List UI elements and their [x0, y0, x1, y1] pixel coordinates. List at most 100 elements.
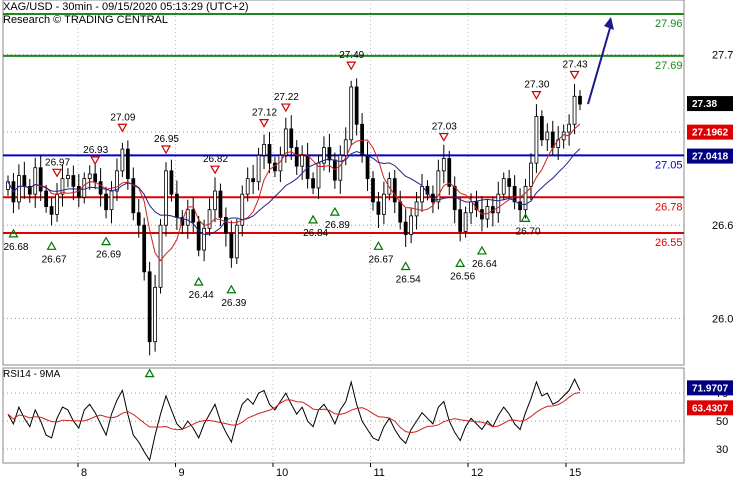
- rsi-title: RSI14 - 9MA: [3, 369, 61, 380]
- candle-body: [371, 178, 375, 203]
- swing-high-marker: [569, 70, 580, 80]
- swing-high-label: 27.22: [274, 92, 299, 103]
- swing-high-marker: [90, 156, 101, 166]
- swing-high-marker: [160, 145, 172, 155]
- candle-body: [104, 193, 108, 211]
- candle-body: [392, 178, 397, 203]
- candle-body: [33, 167, 38, 195]
- candle-body: [452, 185, 457, 211]
- candle-body: [185, 209, 190, 226]
- swing-low-label: 26.44: [189, 290, 214, 301]
- level-label-support: 26.55: [655, 237, 683, 249]
- candle-body: [463, 212, 468, 232]
- candle-body: [338, 154, 343, 181]
- forecast-arrow-line: [587, 27, 611, 105]
- price-badge-label: 27.0418: [692, 152, 729, 163]
- time-tick-label: 10: [276, 467, 288, 479]
- price-chart[interactable]: 27.727.226.626.0705030891011121527.9627.…: [0, 0, 735, 480]
- swing-high-label: 26.95: [154, 134, 179, 145]
- candle-body: [218, 190, 223, 218]
- candle-body: [158, 224, 163, 288]
- swing-low-marker: [329, 206, 340, 216]
- candle-body: [153, 286, 157, 343]
- swing-low-label: 26.54: [396, 274, 421, 285]
- candle-body: [289, 128, 294, 148]
- candle-body: [38, 167, 43, 192]
- candle-body: [262, 144, 266, 156]
- swing-high-label: 26.82: [203, 154, 228, 165]
- candle-body: [213, 190, 217, 211]
- level-label-support: 26.78: [655, 201, 683, 213]
- candle-body: [125, 148, 130, 180]
- time-tick-label: 15: [569, 467, 581, 479]
- swing-low-marker: [308, 214, 319, 224]
- candle-body: [572, 95, 577, 125]
- swing-high-label: 27.43: [563, 59, 588, 70]
- swing-high-marker: [531, 91, 542, 100]
- swing-high-marker: [117, 123, 128, 133]
- swing-low-label: 26.64: [472, 259, 497, 270]
- chart-subtitle: Research © TRADING CENTRAL: [3, 14, 168, 26]
- swing-high-label: 27.49: [339, 50, 364, 61]
- price-tick-label: 26.6: [712, 220, 733, 232]
- candle-body: [534, 116, 539, 164]
- time-tick-label: 12: [471, 467, 483, 479]
- candle-body: [44, 190, 49, 207]
- swing-high-label: 27.03: [432, 122, 457, 133]
- level-label-resistance: 27.69: [655, 60, 683, 72]
- swing-high-marker: [51, 168, 63, 178]
- swing-low-label: 26.89: [325, 220, 350, 231]
- candle-body: [256, 154, 261, 183]
- candle-body: [501, 178, 506, 195]
- candle-body: [523, 185, 528, 211]
- candle-body: [507, 178, 512, 187]
- candle-body: [382, 193, 386, 215]
- candle-body: [207, 209, 212, 229]
- candle-body: [365, 154, 370, 180]
- candle-body: [545, 131, 550, 141]
- swing-low-marker: [455, 258, 466, 267]
- rsi-badge-label: 63.4307: [692, 403, 729, 414]
- swing-low-marker: [193, 276, 204, 286]
- swing-low-marker: [476, 245, 487, 255]
- candle-body: [55, 193, 59, 215]
- swing-high-label: 27.12: [252, 108, 277, 119]
- candle-body: [22, 175, 27, 187]
- candle-body: [251, 178, 256, 183]
- candle-body: [283, 128, 288, 156]
- candle-body: [82, 178, 87, 198]
- candle-body: [49, 206, 54, 215]
- candle-body: [142, 224, 147, 273]
- candle-body: [115, 170, 119, 192]
- swing-low-label: 26.68: [3, 242, 28, 253]
- candle-body: [512, 185, 517, 203]
- swing-high-marker: [438, 132, 449, 142]
- candle-body: [567, 123, 571, 133]
- candle-body: [458, 209, 463, 232]
- rsi-line: [7, 378, 581, 462]
- candle-body: [420, 185, 424, 203]
- candle-body: [294, 147, 299, 167]
- time-tick-label: 8: [81, 467, 87, 479]
- swing-low-marker: [373, 241, 384, 250]
- swing-high-label: 26.97: [45, 157, 70, 168]
- swing-low-label: 26.70: [516, 226, 541, 237]
- rsi-badge-label: 71.9707: [692, 383, 729, 394]
- candle-body: [229, 232, 234, 259]
- candle-body: [164, 170, 168, 226]
- candle-body: [403, 221, 408, 235]
- swing-low-marker: [400, 261, 411, 271]
- candle-body: [174, 193, 179, 218]
- candle-body: [93, 173, 98, 183]
- candle-body: [196, 221, 201, 251]
- candle-body: [87, 173, 92, 180]
- chart-window: 27.727.226.626.0705030891011121527.9627.…: [0, 0, 735, 480]
- candle-body: [469, 201, 473, 214]
- time-tick-label: 9: [179, 467, 185, 479]
- candle-body: [202, 227, 206, 251]
- candle-body: [66, 175, 70, 180]
- candle-body: [311, 178, 315, 189]
- swing-low-label: 26.67: [42, 254, 67, 265]
- swing-low-label: 26.69: [96, 250, 121, 261]
- candle-body: [349, 86, 354, 141]
